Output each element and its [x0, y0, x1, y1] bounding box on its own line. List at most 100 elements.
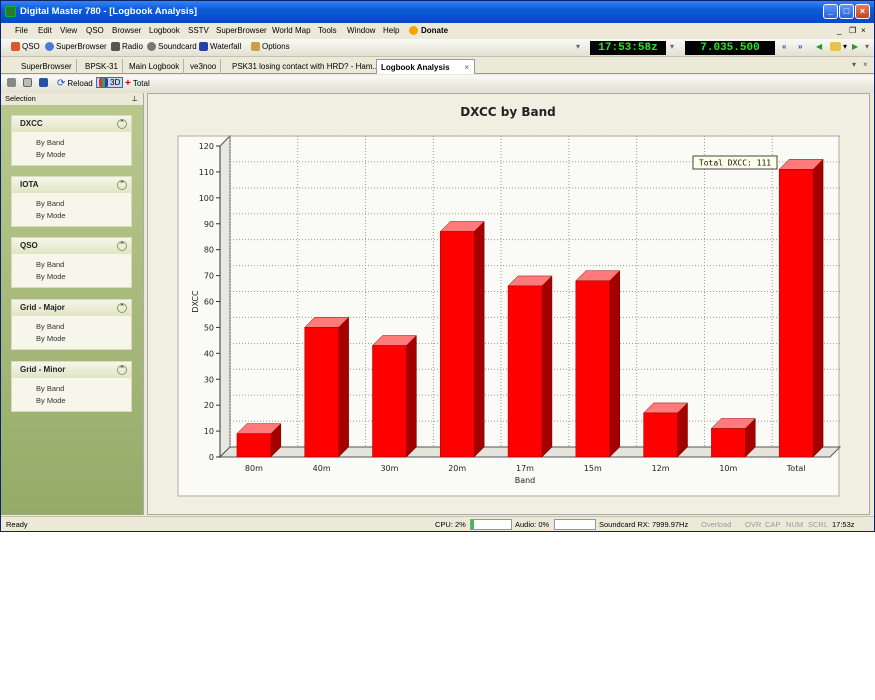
- title-bar[interactable]: Digital Master 780 - [Logbook Analysis] …: [1, 1, 874, 23]
- menu-browser[interactable]: Browser: [112, 26, 141, 35]
- options-button[interactable]: Options: [251, 42, 290, 51]
- link-by-band[interactable]: By Band: [12, 137, 131, 149]
- soundcard-button[interactable]: Soundcard: [147, 42, 197, 51]
- total-toggle-button[interactable]: + Total: [125, 78, 150, 89]
- collapse-chevron-icon[interactable]: ⌃: [117, 241, 127, 251]
- panel-header[interactable]: Grid - Minor ⌃: [12, 362, 131, 378]
- rewind-icon[interactable]: «: [782, 42, 786, 51]
- tab-psk31-thread[interactable]: PSK31 losing contact with HRD? - Ham...: [228, 59, 385, 74]
- 3d-toggle-button[interactable]: 3D: [96, 77, 124, 88]
- selection-sidebar: Selection ⊥ DXCC ⌃ By Band By Mode IOTA …: [1, 93, 143, 515]
- tab-logbook-analysis[interactable]: Logbook Analysis ×: [376, 59, 475, 74]
- y-tick-label: 30: [204, 375, 214, 384]
- bar: [372, 345, 407, 458]
- menu-file[interactable]: File: [15, 26, 28, 35]
- bar-side: [812, 158, 824, 458]
- link-by-band[interactable]: By Band: [12, 321, 131, 333]
- menu-qso[interactable]: QSO: [86, 26, 104, 35]
- print-button[interactable]: [7, 78, 16, 87]
- link-by-band[interactable]: By Band: [12, 259, 131, 271]
- superbrowser-button[interactable]: SuperBrowser: [45, 42, 107, 51]
- menu-logbook[interactable]: Logbook: [149, 26, 180, 35]
- fast-forward-icon[interactable]: »: [798, 42, 802, 51]
- menu-view[interactable]: View: [60, 26, 77, 35]
- menu-tools[interactable]: Tools: [318, 26, 337, 35]
- close-button[interactable]: ×: [855, 4, 870, 19]
- tab-main-logbook[interactable]: Main Logbook: [125, 59, 185, 74]
- window-title: Digital Master 780 - [Logbook Analysis]: [20, 6, 198, 17]
- link-by-band[interactable]: By Band: [12, 383, 131, 395]
- toolbar-overflow-icon[interactable]: ▾: [865, 42, 869, 51]
- analysis-toolbar: ⟳ Reload 3D + Total: [1, 75, 874, 93]
- status-soundcard-rx: Soundcard RX: 7999.97Hz: [599, 520, 689, 529]
- panel-dxcc: DXCC ⌃ By Band By Mode: [11, 115, 132, 166]
- save-button[interactable]: [39, 78, 48, 87]
- menu-sstv[interactable]: SSTV: [188, 26, 209, 35]
- menu-window[interactable]: Window: [347, 26, 375, 35]
- y-tick-label: 50: [204, 323, 214, 332]
- bar-side: [473, 220, 485, 458]
- bar: [236, 433, 272, 458]
- collapse-chevron-icon[interactable]: ⌃: [117, 180, 127, 190]
- bar-side: [541, 275, 553, 458]
- status-time: 17:53z: [832, 520, 855, 529]
- pin-icon[interactable]: ⊥: [131, 93, 138, 105]
- y-tick-label: 120: [199, 142, 214, 151]
- maximize-button[interactable]: □: [839, 4, 854, 19]
- link-by-mode[interactable]: By Mode: [12, 333, 131, 345]
- preview-button[interactable]: [23, 78, 32, 87]
- bar: [575, 280, 610, 458]
- collapse-chevron-icon[interactable]: ⌃: [117, 119, 127, 129]
- menu-help[interactable]: Help: [383, 26, 399, 35]
- y-tick-label: 0: [209, 453, 214, 462]
- link-by-band[interactable]: By Band: [12, 198, 131, 210]
- mdi-minimize-button[interactable]: _: [837, 26, 841, 35]
- link-by-mode[interactable]: By Mode: [12, 149, 131, 161]
- donate-button[interactable]: Donate: [409, 26, 448, 35]
- mdi-restore-button[interactable]: ❐: [849, 26, 856, 35]
- x-tick-label: 10m: [719, 464, 737, 473]
- menu-edit[interactable]: Edit: [38, 26, 52, 35]
- panel-grid-major: Grid - Major ⌃ By Band By Mode: [11, 299, 132, 350]
- minimize-button[interactable]: _: [823, 4, 838, 19]
- link-by-mode[interactable]: By Mode: [12, 271, 131, 283]
- qso-button[interactable]: QSO: [11, 42, 40, 51]
- collapse-chevron-icon[interactable]: ⌃: [117, 303, 127, 313]
- panel-header[interactable]: DXCC ⌃: [12, 116, 131, 132]
- donate-icon: [409, 26, 418, 35]
- panel-header[interactable]: IOTA ⌃: [12, 177, 131, 193]
- tab-close-all-icon[interactable]: ×: [863, 60, 868, 69]
- menu-superbrowser[interactable]: SuperBrowser: [216, 26, 267, 35]
- tab-bpsk31[interactable]: BPSK-31: [81, 59, 123, 74]
- bar: [440, 231, 475, 458]
- tab-superbrowser[interactable]: SuperBrowser: [17, 59, 77, 74]
- status-bar: Ready CPU: 2% Audio: 0% Soundcard RX: 79…: [1, 516, 874, 531]
- tab-close-icon[interactable]: ×: [464, 60, 469, 75]
- reload-button[interactable]: ⟳ Reload: [57, 78, 93, 89]
- tab-ve3noo[interactable]: ve3noo: [186, 59, 222, 74]
- x-tick-label: 20m: [448, 464, 466, 473]
- sidebar-title: Selection: [5, 94, 36, 103]
- tab-list-dropdown-icon[interactable]: ▾: [852, 60, 856, 69]
- panel-header[interactable]: QSO ⌃: [12, 238, 131, 254]
- mdi-close-button[interactable]: ×: [861, 26, 866, 35]
- radio-button[interactable]: Radio: [111, 42, 143, 51]
- app-icon: [5, 6, 16, 17]
- x-tick-label: Total: [786, 464, 806, 473]
- frequency-dropdown-arrow[interactable]: ▾: [670, 42, 674, 51]
- back-arrow-icon[interactable]: ◀: [816, 42, 822, 51]
- menu-world-map[interactable]: World Map: [272, 26, 311, 35]
- waterfall-button[interactable]: Waterfall: [199, 42, 241, 51]
- collapse-chevron-icon[interactable]: ⌃: [117, 365, 127, 375]
- status-overload: Overload: [701, 520, 732, 529]
- link-by-mode[interactable]: By Mode: [12, 395, 131, 407]
- frequency-display: 7.035.500: [685, 41, 775, 55]
- panel-header[interactable]: Grid - Major ⌃: [12, 300, 131, 316]
- folder-icon[interactable]: ▾: [830, 42, 847, 51]
- y-tick-label: 80: [204, 246, 214, 255]
- y-tick-label: 90: [204, 220, 214, 229]
- link-by-mode[interactable]: By Mode: [12, 210, 131, 222]
- time-dropdown-arrow[interactable]: ▾: [576, 42, 580, 51]
- chart-title: DXCC by Band: [460, 105, 556, 119]
- forward-arrow-icon[interactable]: ▶: [852, 42, 858, 51]
